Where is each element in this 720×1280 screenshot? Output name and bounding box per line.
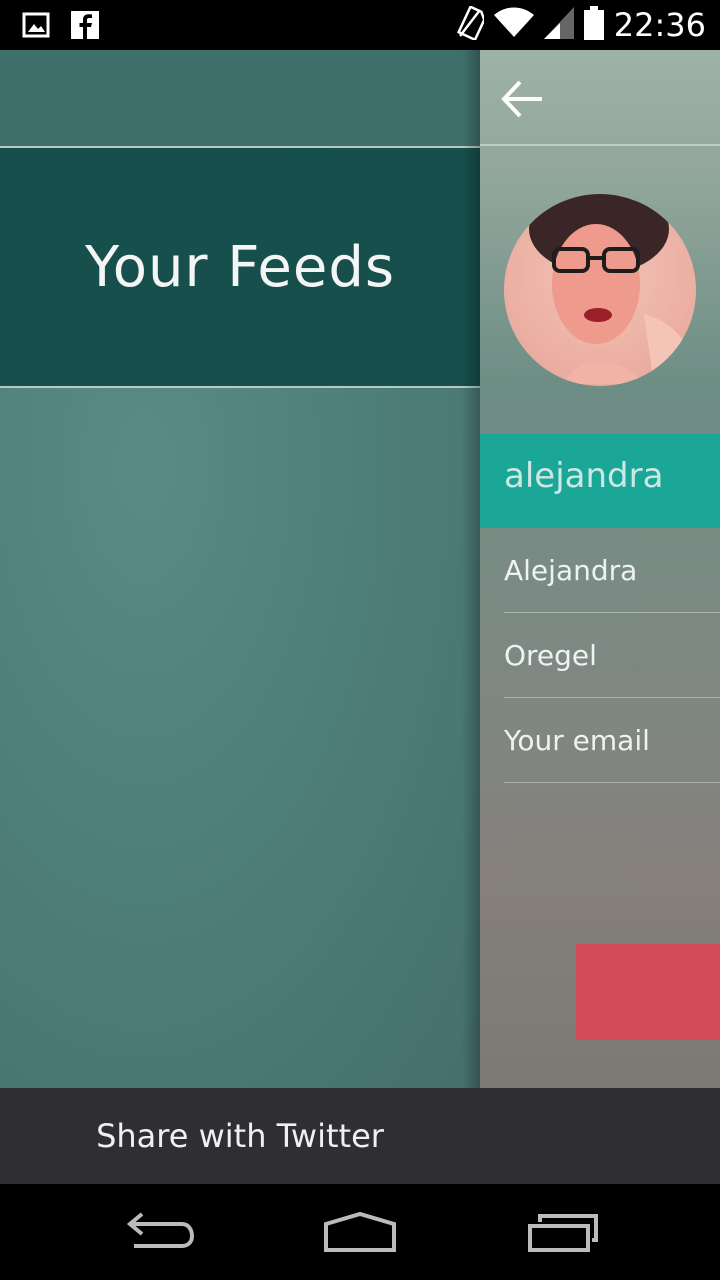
status-bar: 22:36 [0, 0, 720, 50]
profile-panel: alejandra Alejandra Oregel Your email [462, 50, 720, 1088]
last-name-value: Oregel [504, 639, 597, 672]
avatar[interactable] [504, 194, 696, 386]
battery-icon [583, 6, 604, 44]
first-name-field[interactable]: Alejandra [504, 528, 720, 613]
divider [480, 144, 720, 146]
save-button[interactable] [576, 944, 720, 1040]
username-bar: alejandra [480, 434, 720, 528]
last-name-field[interactable]: Oregel [504, 613, 720, 698]
back-nav-icon[interactable] [120, 1210, 200, 1254]
back-button[interactable] [498, 74, 548, 124]
arrow-left-icon [501, 80, 542, 118]
home-nav-icon[interactable] [320, 1210, 400, 1254]
email-field[interactable]: Your email [504, 698, 720, 783]
feeds-header: Your Feeds [0, 148, 480, 386]
feeds-title: Your Feeds [84, 234, 396, 300]
bottom-bar: Share with Twitter [0, 1088, 720, 1184]
email-placeholder: Your email [504, 724, 650, 757]
navigation-bar [0, 1184, 720, 1280]
gallery-icon [22, 11, 50, 43]
no-sim-icon [456, 5, 486, 44]
feeds-top-bar [0, 50, 480, 146]
share-twitter-label: Share with Twitter [96, 1117, 384, 1155]
feeds-panel: Your Feeds [0, 50, 480, 1088]
username: alejandra [504, 456, 664, 496]
first-name-value: Alejandra [504, 554, 638, 587]
divider [0, 386, 480, 388]
signal-icon [543, 7, 574, 43]
recents-nav-icon[interactable] [524, 1210, 604, 1254]
wifi-icon [493, 7, 534, 43]
share-twitter-button[interactable]: Share with Twitter [0, 1088, 480, 1184]
status-time: 22:36 [613, 6, 706, 44]
facebook-icon [70, 10, 100, 44]
